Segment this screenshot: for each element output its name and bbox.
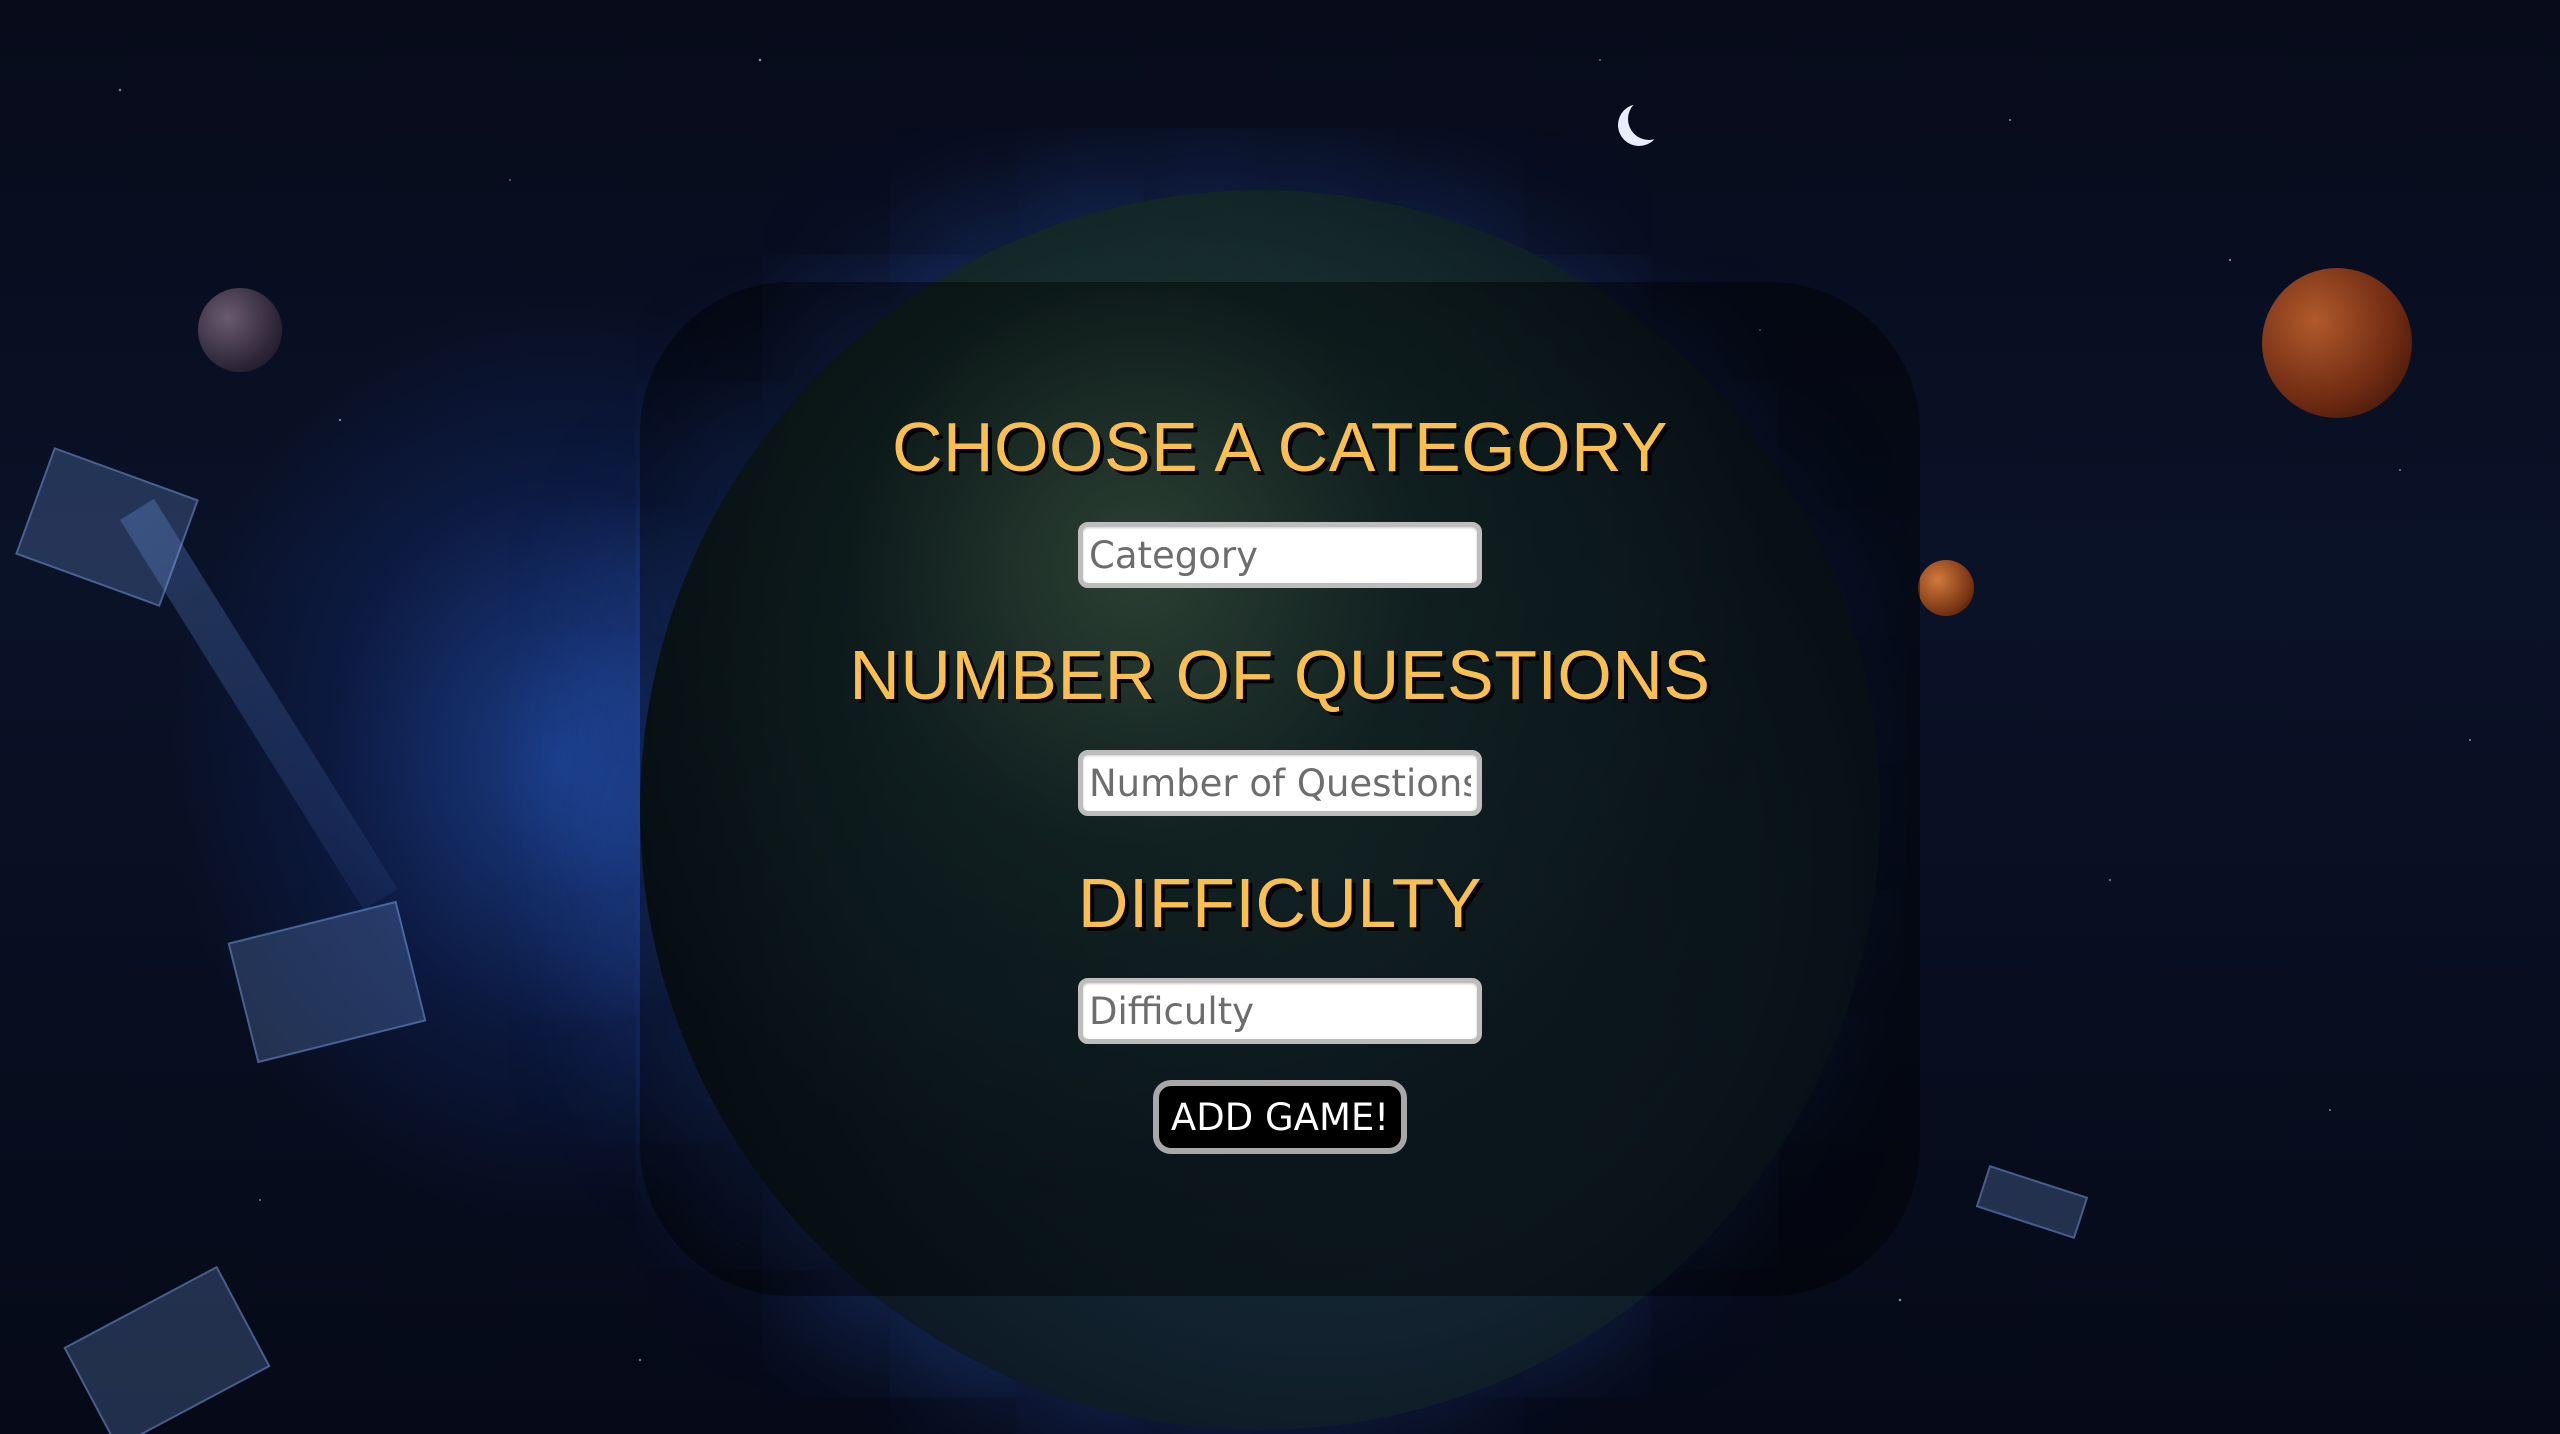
difficulty-input[interactable] [1078, 978, 1482, 1044]
category-input[interactable] [1078, 522, 1482, 588]
crescent-moon-image [1618, 104, 1660, 146]
red-planet-image [2262, 268, 2412, 418]
difficulty-heading: DIFFICULTY [1077, 864, 1483, 942]
number-of-questions-heading: NUMBER OF QUESTIONS [849, 636, 1711, 714]
comet-image [1918, 560, 1974, 616]
category-heading: CHOOSE A CATEGORY [891, 408, 1669, 486]
add-game-form: CHOOSE A CATEGORY NUMBER OF QUESTIONS DI… [640, 282, 1920, 1296]
add-game-button[interactable]: ADD GAME! [1153, 1080, 1407, 1154]
number-of-questions-input[interactable] [1078, 750, 1482, 816]
ringed-planet-image [198, 288, 282, 372]
